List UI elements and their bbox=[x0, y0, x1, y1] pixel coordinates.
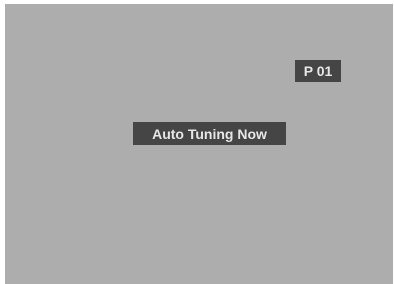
tv-screen: P 01 Auto Tuning Now bbox=[5, 4, 393, 284]
channel-indicator: P 01 bbox=[295, 60, 341, 82]
auto-tuning-message: Auto Tuning Now bbox=[133, 122, 286, 145]
